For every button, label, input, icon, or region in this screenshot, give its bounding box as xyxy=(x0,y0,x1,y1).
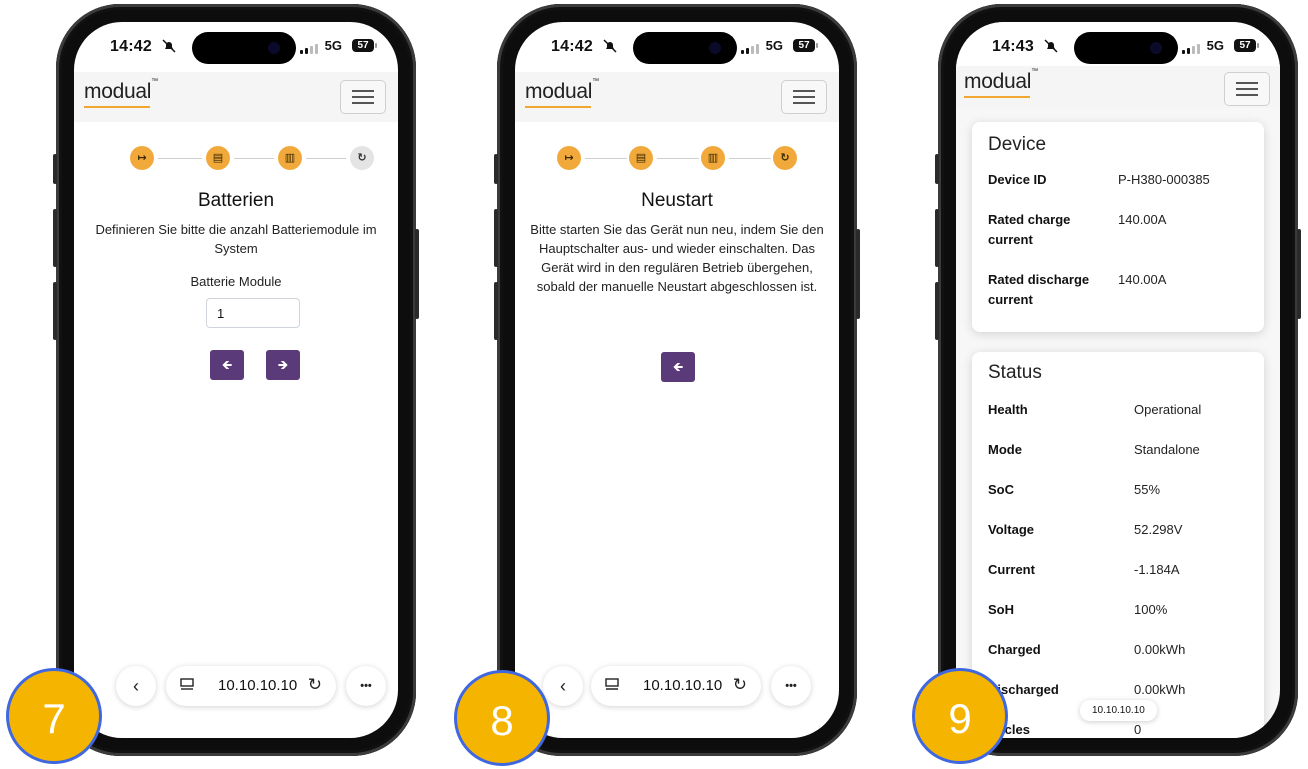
device-card-title: Device xyxy=(988,134,1047,155)
bell-muted-icon xyxy=(1044,39,1058,53)
network-type: 5G xyxy=(765,38,783,53)
wizard-stepper: ↦ ▤ ▥ ↻ xyxy=(74,146,398,172)
step-badge-9: 9 xyxy=(912,668,1008,764)
back-button[interactable]: 🡸 xyxy=(661,352,695,382)
browser-more-button[interactable]: ••• xyxy=(346,666,386,706)
navbar: modual™ xyxy=(74,72,398,122)
page-description: Definieren Sie bitte die anzahl Batterie… xyxy=(95,222,377,256)
step-badge-8: 8 xyxy=(454,670,550,766)
next-button[interactable]: 🡺 xyxy=(266,350,300,380)
device-row-key: Device ID xyxy=(988,172,1047,187)
url-bar[interactable]: 10.10.10.10 ↻ xyxy=(591,666,761,706)
url-text[interactable]: 10.10.10.10 xyxy=(218,677,297,694)
status-row-value: 0 xyxy=(1134,722,1142,737)
step-connect-icon[interactable]: ↦ xyxy=(557,146,581,170)
phone-8: 14:42 5G 57 modual™ ↦ ▤ ▥ ↻ Neustart Bit… xyxy=(494,4,860,756)
navbar: modual™ xyxy=(515,72,839,122)
device-card: Device Device ID P-H380-000385 Rated cha… xyxy=(972,122,1264,332)
status-row-value: 100% xyxy=(1134,602,1168,617)
step-battery-icon[interactable]: ▥ xyxy=(701,146,725,170)
dynamic-island xyxy=(633,32,737,64)
page-title: Batterien xyxy=(197,190,275,211)
step-connect-icon[interactable]: ↦ xyxy=(130,146,154,170)
status-row-value: 55% xyxy=(1134,482,1161,497)
network-type: 5G xyxy=(1206,38,1224,53)
phone-7: 14:42 5G 57 modual™ ↦ ▤ ▥ ↻ Batterien De… xyxy=(53,4,419,756)
status-row-key: SoH xyxy=(988,602,1014,617)
step-document-icon[interactable]: ▤ xyxy=(206,146,230,170)
status-time: 14:43 xyxy=(992,38,1034,55)
status-time: 14:42 xyxy=(551,38,593,55)
network-type: 5G xyxy=(324,38,342,53)
device-row-value: 140.00A xyxy=(1118,272,1167,287)
browser-back-button[interactable]: ‹ xyxy=(543,666,583,706)
menu-toggle-button[interactable] xyxy=(781,80,827,114)
phone-7-screen: 14:42 5G 57 modual™ ↦ ▤ ▥ ↻ Batterien De… xyxy=(74,22,398,738)
browser-more-button[interactable]: ••• xyxy=(771,666,811,706)
status-row-key: Charged xyxy=(988,642,1041,657)
phone-8-screen: 14:42 5G 57 modual™ ↦ ▤ ▥ ↻ Neustart Bit… xyxy=(515,22,839,738)
status-card: Status Health Operational Mode Standalone … xyxy=(972,352,1264,738)
battery-icon: 57 xyxy=(793,39,818,52)
status-bar: 14:42 5G 57 xyxy=(74,22,398,72)
reload-icon[interactable]: ↻ xyxy=(733,675,747,695)
menu-toggle-button[interactable] xyxy=(340,80,386,114)
step-restart-icon[interactable]: ↻ xyxy=(350,146,374,170)
phone-9: 14:43 5G 57 modual™ Device Device ID P-H… xyxy=(935,4,1301,756)
status-row-key: Health xyxy=(988,402,1028,417)
url-bar[interactable]: 10.10.10.10 ↻ xyxy=(166,666,336,706)
logo[interactable]: modual™ xyxy=(964,68,1038,98)
url-text[interactable]: 10.10.10.10 xyxy=(643,677,722,694)
status-row-key: Mode xyxy=(988,442,1022,457)
back-button[interactable]: 🡸 xyxy=(210,350,244,380)
status-row-key: Discharged xyxy=(988,682,1059,697)
status-row-key: Voltage xyxy=(988,522,1034,537)
device-row-value: P-H380-000385 xyxy=(1118,172,1210,187)
status-bar: 14:42 5G 57 xyxy=(515,22,839,72)
browser-back-button[interactable]: ‹ xyxy=(116,666,156,706)
signal-icon xyxy=(1182,44,1200,54)
dynamic-island xyxy=(1074,32,1178,64)
status-bar: 14:43 5G 57 xyxy=(956,22,1280,72)
battery-icon: 57 xyxy=(1234,39,1259,52)
status-row-value: -1.184A xyxy=(1134,562,1180,577)
phone-9-screen: 14:43 5G 57 modual™ Device Device ID P-H… xyxy=(956,22,1280,738)
step-restart-icon[interactable]: ↻ xyxy=(773,146,797,170)
status-row-key: Current xyxy=(988,562,1035,577)
wizard-stepper: ↦ ▤ ▥ ↻ xyxy=(515,146,839,172)
status-row-value: Operational xyxy=(1134,402,1202,417)
signal-icon xyxy=(300,44,318,54)
device-row-value: 140.00A xyxy=(1118,212,1167,227)
battery-modules-input[interactable]: 1 xyxy=(206,298,300,328)
tabs-icon[interactable] xyxy=(180,678,194,692)
status-row-value: 0.00kWh xyxy=(1134,682,1186,697)
reload-icon[interactable]: ↻ xyxy=(308,675,322,695)
status-card-title: Status xyxy=(988,362,1042,383)
status-time: 14:42 xyxy=(110,38,152,55)
step-battery-icon[interactable]: ▥ xyxy=(278,146,302,170)
signal-icon xyxy=(741,44,759,54)
navbar: modual™ xyxy=(956,66,1280,108)
page-title: Neustart xyxy=(641,190,713,211)
dynamic-island xyxy=(192,32,296,64)
page-description: Bitte starten Sie das Gerät nun neu, ind… xyxy=(530,222,824,294)
logo[interactable]: modual™ xyxy=(525,78,599,108)
tabs-icon[interactable] xyxy=(605,678,619,692)
step-document-icon[interactable]: ▤ xyxy=(629,146,653,170)
battery-icon: 57 xyxy=(352,39,377,52)
bell-muted-icon xyxy=(603,39,617,53)
step-badge-7: 7 xyxy=(6,668,102,764)
url-tooltip[interactable]: 10.10.10.10 xyxy=(1080,700,1157,721)
menu-toggle-button[interactable] xyxy=(1224,72,1270,106)
status-row-value: Standalone xyxy=(1134,442,1200,457)
bell-muted-icon xyxy=(162,39,176,53)
status-row-key: SoC xyxy=(988,482,1014,497)
status-row-value: 52.298V xyxy=(1134,522,1183,537)
status-row-value: 0.00kWh xyxy=(1134,642,1186,657)
logo[interactable]: modual™ xyxy=(84,78,158,108)
device-row-key: Rated charge current xyxy=(988,212,1071,247)
device-row-key: Rated discharge current xyxy=(988,272,1090,307)
battery-modules-label: Batterie Module xyxy=(190,274,282,289)
